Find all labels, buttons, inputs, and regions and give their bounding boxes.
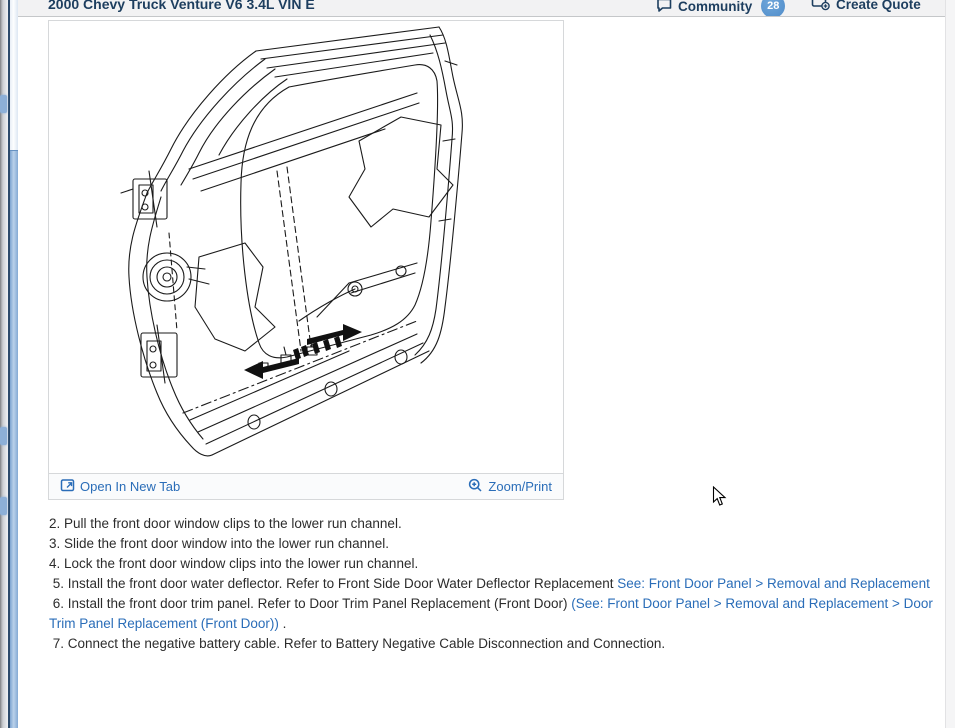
step-6-post: . <box>279 616 287 631</box>
community-label: Community <box>678 0 752 14</box>
step-2-text: 2. Pull the front door window clips to t… <box>49 516 402 531</box>
instruction-step-4: 4. Lock the front door window clips into… <box>49 554 933 574</box>
community-button[interactable]: Community 28 <box>656 0 785 17</box>
instruction-step-5: 5. Install the front door water deflecto… <box>49 574 933 594</box>
rail-handle-middle[interactable] <box>0 427 7 445</box>
zoom-print-link[interactable]: Zoom/Print <box>468 478 552 496</box>
left-scrollbar-track[interactable] <box>10 0 18 150</box>
header-bar: 2000 Chevy Truck Venture V6 3.4L VIN E C… <box>18 0 947 17</box>
rail-handle-top[interactable] <box>0 95 7 113</box>
door-diagram-drawing <box>49 21 563 473</box>
step-4-text: 4. Lock the front door window clips into… <box>49 556 418 571</box>
left-scrollbar-thumb[interactable] <box>10 150 18 728</box>
rail-handle-bottom[interactable] <box>0 497 7 515</box>
instruction-step-3: 3. Slide the front door window into the … <box>49 534 933 554</box>
diagram-card: Open In New Tab Zoom/Print <box>48 20 564 500</box>
page: 2000 Chevy Truck Venture V6 3.4L VIN E C… <box>0 0 955 728</box>
step-6-text: 6. Install the front door trim panel. Re… <box>49 596 571 611</box>
zoom-plus-icon <box>468 478 483 496</box>
open-in-new-tab-icon <box>60 478 75 495</box>
instruction-step-7: 7. Connect the negative battery cable. R… <box>49 634 933 654</box>
mouse-cursor <box>712 486 728 513</box>
diagram-card-footer: Open In New Tab Zoom/Print <box>49 473 563 499</box>
step-5-text: 5. Install the front door water deflecto… <box>49 576 617 591</box>
diagram-image[interactable] <box>49 21 563 473</box>
community-badge: 28 <box>761 0 785 17</box>
chat-bubble-icon <box>656 0 673 16</box>
left-rail <box>0 0 18 728</box>
instruction-step-6: 6. Install the front door trim panel. Re… <box>49 594 933 634</box>
create-quote-button[interactable]: Create Quote <box>811 0 921 15</box>
quote-plus-icon <box>811 0 831 15</box>
zoom-print-label: Zoom/Print <box>488 479 552 494</box>
open-in-new-tab-link[interactable]: Open In New Tab <box>60 478 180 495</box>
step-3-text: 3. Slide the front door window into the … <box>49 536 389 551</box>
instruction-step-2: 2. Pull the front door window clips to t… <box>49 514 933 534</box>
create-quote-label: Create Quote <box>836 0 921 12</box>
instruction-list: 2. Pull the front door window clips to t… <box>49 514 933 654</box>
page-title: 2000 Chevy Truck Venture V6 3.4L VIN E <box>48 0 315 12</box>
step-7-text: 7. Connect the negative battery cable. R… <box>49 636 665 651</box>
right-gutter <box>945 0 955 728</box>
open-in-new-tab-label: Open In New Tab <box>80 479 180 494</box>
step-5-reference-link[interactable]: See: Front Door Panel > Removal and Repl… <box>617 576 930 591</box>
